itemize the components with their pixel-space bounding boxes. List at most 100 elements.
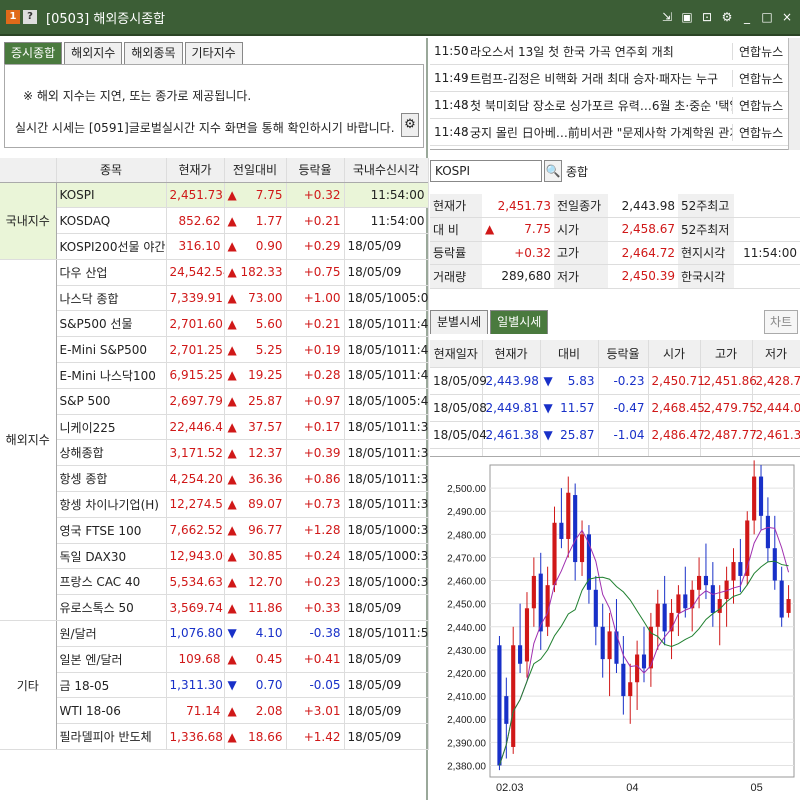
table-header-price[interactable]: 현재가 [166, 158, 225, 183]
table-row[interactable]: 니케이22522,446.45▲ 37.57+0.1718/05/1011:30:… [0, 414, 429, 441]
table-row[interactable]: 유로스톡스 50 3,569.74 ▲ 11.86 +0.33 18/05/09 [0, 594, 429, 622]
daily-header[interactable]: 고가 [700, 340, 753, 368]
screen-number-icon[interactable]: 1 [6, 10, 20, 24]
table-row[interactable]: KOSPI200선물 야간 316.10 ▲ 0.90 +0.29 18/05/09 [0, 233, 429, 260]
y-tick-label: 2,390.00 [447, 738, 486, 749]
date-time-wrap: 18/05/1000:35:29 [347, 523, 428, 538]
table-row[interactable]: 영국 FTSE 100 7,662.52 ▲ 96.77 +1.28 18/05/10 00… [0, 517, 429, 544]
candlestick-chart[interactable]: 2,380.00 2,390.00 2,400.00 2,410.00 2,420.00… [430, 456, 800, 800]
row-time: 11:39:00 [401, 471, 428, 486]
tab-daily-quotes[interactable]: 일별시세 [490, 310, 549, 334]
daily-row[interactable]: 18/05/04 2,461.38 ▼ 25.87 -1.04 2,486.47 2,487… [430, 421, 800, 449]
candle-body [710, 585, 715, 613]
table-row[interactable]: 항셍 차이나기업(H)12,274.51▲ 89.07+0.7318/05/101… [0, 491, 429, 518]
table-row[interactable]: 프랑스 CAC 40 5,534.63 ▲ 12.70 +0.23 18/05/10 00:… [0, 568, 429, 596]
chart-button[interactable]: 차트 [764, 310, 798, 334]
up-arrow-icon: ▲ [227, 368, 237, 383]
daily-row[interactable]: 18/05/08 2,449.81 ▼ 11.57 -0.47 2,468.45 2,479… [430, 394, 800, 422]
row-rate: -0.05 [286, 672, 345, 699]
save-icon[interactable]: ▣ [680, 9, 694, 25]
print-icon[interactable]: ⊡ [700, 9, 714, 25]
tab-minute-quotes[interactable]: 분별시세 [430, 310, 489, 334]
table-row[interactable]: WTI 18-06 71.14 ▲ 2.08 +3.01 18/05/09 [0, 697, 429, 725]
table-header-rate[interactable]: 등락율 [286, 158, 345, 183]
notice-settings-icon[interactable]: ⚙ [401, 113, 419, 137]
row-change: 37.57 [248, 420, 283, 435]
daily-change-wrap: ▼ 25.87 [544, 428, 595, 442]
table-row[interactable]: 독일 DAX3012,943.06▲ 30.85+0.2418/05/1000:3… [0, 543, 429, 570]
news-item[interactable]: 11:48: 궁지 몰린 日아베…前비서관 "문제사학 가계학원 관계 연합뉴스 [430, 119, 800, 146]
daily-header[interactable]: 저가 [752, 340, 800, 368]
up-arrow-icon: ▲ [227, 445, 237, 460]
maximize-button[interactable]: □ [760, 9, 774, 25]
y-tick-label: 2,460.00 [447, 577, 486, 588]
link-icon[interactable]: ⇲ [660, 9, 674, 25]
up-arrow-icon: ▲ [227, 600, 237, 615]
daily-header[interactable]: 대비 [540, 340, 599, 368]
news-item[interactable]: 11:50: 라오스서 13일 첫 한국 가곡 연주회 개최 연합뉴스 [430, 38, 800, 65]
daily-header[interactable]: 시가 [648, 340, 701, 368]
row-name: S&P 500 [56, 388, 167, 415]
row-date: 18/05/10 [347, 523, 402, 538]
change-wrap: ▲ 19.25 [228, 368, 283, 382]
table-header-change[interactable]: 전일대비 [224, 158, 287, 183]
tab-overseas-stocks[interactable]: 해외종목 [124, 42, 183, 64]
table-row[interactable]: S&P 5002,697.79▲ 25.87+0.9718/05/1005:43:… [0, 388, 429, 415]
quote-value-wrap: ▲ 7.75 [485, 222, 551, 236]
row-change: 0.45 [255, 652, 283, 667]
news-headline: 라오스서 13일 첫 한국 가곡 연주회 개최 [470, 44, 674, 59]
news-item[interactable]: 11:49: 트럼프-김정은 비핵화 거래 최대 승자·패자는 누구 연합뉴스 [430, 65, 800, 92]
table-row[interactable]: 나스닥 종합7,339.91▲ 73.00+1.0018/05/1005:01:5… [0, 285, 429, 312]
tab-overseas-index[interactable]: 해외지수 [64, 42, 123, 64]
news-scrollbar[interactable] [788, 38, 800, 150]
tab-other-index[interactable]: 기타지수 [184, 42, 243, 64]
news-time: 11:49 [434, 71, 469, 85]
table-row[interactable]: 해외지수다우 산업24,542.54▲182.33+0.7518/05/09 [0, 259, 429, 622]
search-icon[interactable]: 🔍 [544, 160, 562, 182]
quote-table: 현재가 2,451.73 전일종가 2,443.98 52주최고 대 비 ▲ 7.75 시가 2,… [430, 194, 800, 289]
table-row[interactable]: 국내지수 KOSPI 2,451.73 ▲ 7.75 +0.32 11:54:00 [0, 182, 429, 260]
change-wrap: ▲ 12.37 [228, 446, 283, 460]
date-time-wrap: 18/05/09 [348, 265, 425, 279]
table-row[interactable]: 필라델피아 반도체 1,336.68 ▲ 18.66 +1.42 18/05/09 [0, 723, 429, 751]
date-time-wrap: 18/05/1011:53:18 [348, 626, 428, 640]
table-row[interactable]: 일본 엔/달러 109.68 ▲ 0.45 +0.41 18/05/09 [0, 646, 429, 673]
news-item[interactable]: 11:48: 첫 북미회담 장소로 싱가포르 유력…6월 초·중순 '택일' 연합뉴… [430, 92, 800, 119]
quote-value [734, 194, 800, 218]
table-row[interactable]: E-Mini S&P500 2,701.25 ▲ 5.25 +0.19 18/05/10 1… [0, 336, 429, 364]
daily-header[interactable]: 현재일자 [430, 340, 483, 368]
close-button[interactable]: × [780, 9, 794, 25]
notice-line-1: ※ 해외 지수는 지연, 또는 종가로 제공됩니다. [23, 89, 252, 103]
row-time: 11:54:00 [370, 187, 425, 202]
table-header-time[interactable]: 국내수신시각 [344, 158, 429, 183]
daily-header[interactable]: 등락율 [598, 340, 649, 368]
row-time: 11:30:00 [401, 420, 428, 435]
code-input[interactable]: KOSPI [430, 160, 542, 182]
daily-row[interactable]: 18/05/09 2,443.98 ▼ 5.83 -0.23 2,450.71 2,451.… [430, 367, 800, 395]
table-row[interactable]: E-Mini 나스닥100 6,915.25 ▲ 19.25 +0.28 18/05/10… [0, 362, 429, 389]
table-row[interactable]: 항셍 종합4,254.20▲ 36.36+0.8618/05/1011:39:00 [0, 465, 429, 493]
table-row[interactable]: S&P500 선물2,701.60▲ 5.60+0.2118/05/1011:43… [0, 310, 429, 338]
settings-icon[interactable]: ⚙ [720, 9, 734, 25]
row-price: 12,943.06 [166, 543, 225, 570]
row-name: KOSDAQ [56, 207, 167, 235]
daily-header[interactable]: 현재가 [482, 340, 541, 368]
table-row[interactable]: KOSDAQ 852.62 ▲ 1.77 +0.21 11:54:00 [0, 207, 429, 235]
row-rate: +0.23 [286, 568, 345, 596]
quote-number: 7.75 [524, 222, 551, 237]
table-row[interactable]: 상해종합3,171.52▲ 12.37+0.3918/05/1011:38:59 [0, 439, 429, 467]
news-source: 연합뉴스 [732, 123, 792, 141]
minimize-button[interactable]: _ [740, 9, 754, 25]
help-icon[interactable]: ? [23, 10, 37, 24]
change-wrap: ▲ 73.00 [228, 291, 283, 305]
table-row[interactable]: 기타원/달러1,076.80▼4.10-0.3818/05/1011:53:18 [0, 620, 429, 751]
down-arrow-icon: ▼ [227, 626, 237, 641]
table-row[interactable]: 금 18-05 1,311.30 ▼ 0.70 -0.05 18/05/09 [0, 672, 429, 699]
row-name: S&P500 선물 [56, 310, 167, 338]
row-date-time: 18/05/1011:43:55 [344, 362, 429, 389]
table-header-name[interactable]: 종목 [56, 158, 167, 183]
row-date-time: 18/05/09 [344, 723, 429, 751]
row-change-cell: ▲ 12.37 [224, 439, 287, 467]
tab-market-overview[interactable]: 증시종합 [4, 42, 63, 64]
row-name: 유로스톡스 50 [56, 594, 167, 622]
